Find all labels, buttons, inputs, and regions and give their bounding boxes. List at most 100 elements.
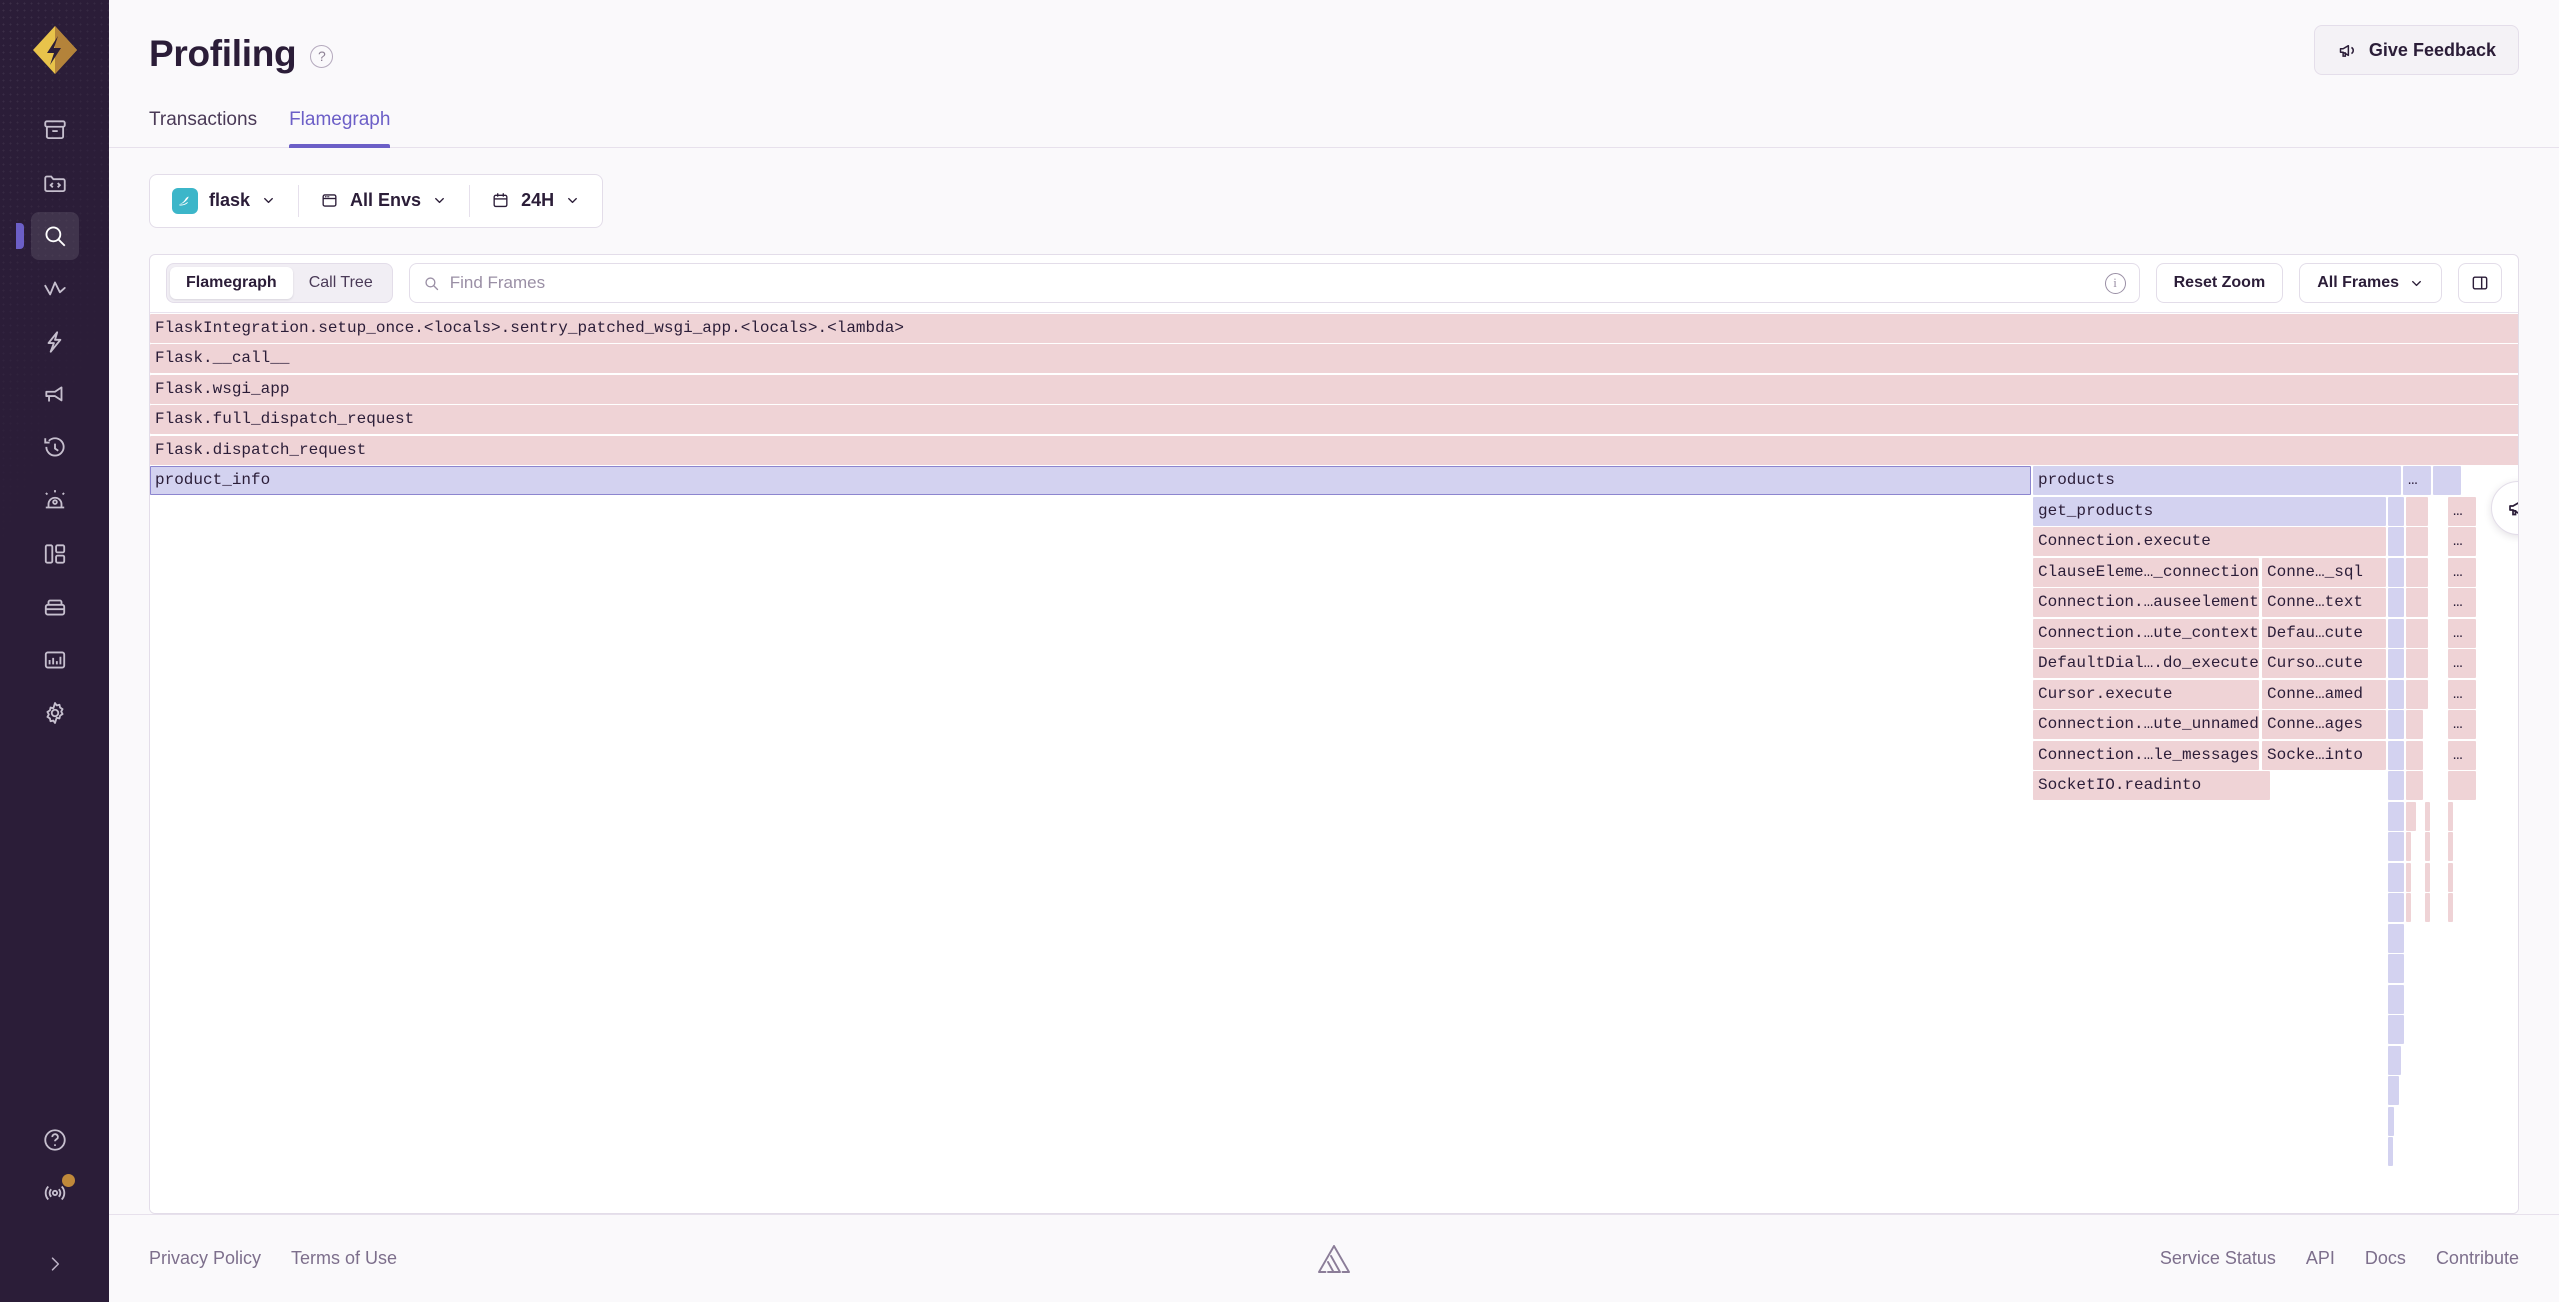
flamegraph-frame[interactable] xyxy=(2448,862,2453,892)
reset-zoom-button[interactable]: Reset Zoom xyxy=(2155,263,2284,304)
flamegraph-frame[interactable] xyxy=(2406,710,2423,740)
flamegraph-frame[interactable] xyxy=(2388,649,2404,679)
flamegraph-frame[interactable]: … xyxy=(2448,527,2476,557)
flamegraph-frame[interactable] xyxy=(2388,771,2404,801)
flamegraph-frame[interactable]: Conne…ages xyxy=(2262,710,2386,740)
flamegraph-frame[interactable]: Flask.full_dispatch_request xyxy=(150,405,2518,435)
give-feedback-button[interactable]: Give Feedback xyxy=(2313,25,2519,75)
flamegraph-canvas[interactable]: FlaskIntegration.setup_once.<locals>.sen… xyxy=(150,312,2518,1213)
flamegraph-frame[interactable] xyxy=(2388,1076,2399,1106)
footer-link-api[interactable]: API xyxy=(2306,1248,2335,1269)
flamegraph-frame[interactable] xyxy=(2448,893,2453,923)
sidebar-item-replays[interactable] xyxy=(31,583,79,631)
flamegraph-frame[interactable]: Defau…cute xyxy=(2262,618,2386,648)
view-mode-call-tree[interactable]: Call Tree xyxy=(293,267,389,299)
flamegraph-frame[interactable] xyxy=(2448,801,2453,831)
flamegraph-frame[interactable]: … xyxy=(2448,496,2476,526)
flamegraph-frame[interactable]: DefaultDial….do_execute xyxy=(2033,649,2259,679)
flamegraph-frame[interactable]: … xyxy=(2448,679,2476,709)
sidebar-item-discover[interactable] xyxy=(15,212,79,260)
flamegraph-frame[interactable]: product_info xyxy=(150,466,2031,496)
sidebar-item-crons[interactable] xyxy=(31,424,79,472)
sidebar-item-settings[interactable] xyxy=(31,689,79,737)
flamegraph-frame[interactable]: Connection.…ute_context xyxy=(2033,618,2259,648)
flamegraph-frame[interactable] xyxy=(2388,710,2404,740)
flamegraph-frame[interactable]: … xyxy=(2448,740,2476,770)
flamegraph-frame[interactable] xyxy=(2406,862,2411,892)
flamegraph-frame[interactable] xyxy=(2406,740,2423,770)
flamegraph-frame[interactable] xyxy=(2425,832,2430,862)
flamegraph-frame[interactable] xyxy=(2406,832,2411,862)
flamegraph-frame[interactable] xyxy=(2388,1045,2401,1075)
flamegraph-frame[interactable] xyxy=(2388,1137,2393,1167)
sidebar-item-performance[interactable] xyxy=(31,318,79,366)
broadcast-icon[interactable] xyxy=(31,1169,79,1217)
flamegraph-frame[interactable]: FlaskIntegration.setup_once.<locals>.sen… xyxy=(150,313,2518,343)
flamegraph-frame[interactable] xyxy=(2448,832,2453,862)
flamegraph-frame[interactable] xyxy=(2388,954,2404,984)
search-input[interactable] xyxy=(449,273,2095,294)
footer-link-terms-of-use[interactable]: Terms of Use xyxy=(291,1248,397,1269)
flamegraph-frame[interactable] xyxy=(2406,618,2428,648)
flamegraph-frame[interactable] xyxy=(2433,466,2461,496)
flamegraph-frame[interactable]: Conne…_sql xyxy=(2262,557,2386,587)
flamegraph-frame[interactable] xyxy=(2406,557,2428,587)
flamegraph-frame[interactable] xyxy=(2406,801,2416,831)
tab-transactions[interactable]: Transactions xyxy=(149,109,257,147)
flamegraph-frame[interactable] xyxy=(2388,557,2404,587)
flamegraph-frame[interactable]: … xyxy=(2448,618,2476,648)
view-mode-flamegraph[interactable]: Flamegraph xyxy=(170,267,293,300)
search-info-icon[interactable]: i xyxy=(2104,272,2126,294)
flamegraph-frame[interactable]: Connection.…le_messages xyxy=(2033,740,2259,770)
flamegraph-frame[interactable]: Flask.__call__ xyxy=(150,344,2518,374)
flamegraph-frame[interactable]: Flask.wsgi_app xyxy=(150,374,2518,404)
flamegraph-frame[interactable]: SocketIO.readinto xyxy=(2033,771,2270,801)
project-selector[interactable]: flask xyxy=(150,175,298,227)
sidebar-item-projects[interactable] xyxy=(31,159,79,207)
flamegraph-frame[interactable] xyxy=(2388,740,2404,770)
sidebar-item-stats[interactable] xyxy=(31,636,79,684)
flamegraph-frame[interactable] xyxy=(2388,1106,2394,1136)
flamegraph-frame[interactable]: Connection.execute xyxy=(2033,527,2386,557)
flamegraph-frame[interactable]: Socke…into xyxy=(2262,740,2386,770)
flamegraph-frame[interactable] xyxy=(2406,588,2428,618)
flamegraph-frame[interactable]: get_products xyxy=(2033,496,2386,526)
footer-link-privacy-policy[interactable]: Privacy Policy xyxy=(149,1248,261,1269)
flamegraph-frame[interactable] xyxy=(2388,832,2404,862)
flamegraph-frame[interactable] xyxy=(2406,893,2411,923)
flamegraph-frame[interactable] xyxy=(2425,801,2430,831)
flamegraph-frame[interactable] xyxy=(2388,984,2404,1014)
flamegraph-frame[interactable] xyxy=(2388,893,2404,923)
flamegraph-frame[interactable]: … xyxy=(2448,588,2476,618)
time-period-selector[interactable]: 24H xyxy=(469,175,602,227)
flamegraph-frame[interactable]: … xyxy=(2448,557,2476,587)
flamegraph-frame[interactable]: … xyxy=(2403,466,2431,496)
flamegraph-frame[interactable] xyxy=(2406,679,2428,709)
flamegraph-frame[interactable]: Conne…amed xyxy=(2262,679,2386,709)
toggle-side-panel-button[interactable] xyxy=(2458,263,2502,304)
flamegraph-frame[interactable]: Connection.…auseelement xyxy=(2033,588,2259,618)
sidebar-item-releases[interactable] xyxy=(31,371,79,419)
find-frames-search[interactable]: i xyxy=(408,263,2140,304)
footer-link-docs[interactable]: Docs xyxy=(2365,1248,2406,1269)
flamegraph-frame[interactable] xyxy=(2406,527,2428,557)
flamegraph-frame[interactable]: Flask.dispatch_request xyxy=(150,435,2518,465)
sidebar-item-alerts[interactable] xyxy=(31,477,79,525)
sidebar-expand-button[interactable] xyxy=(31,1240,79,1288)
flamegraph-frame[interactable]: … xyxy=(2448,649,2476,679)
floating-feedback-button[interactable] xyxy=(2491,480,2518,535)
flamegraph-frame[interactable] xyxy=(2388,527,2404,557)
flamegraph-frame[interactable] xyxy=(2388,679,2404,709)
flamegraph-frame[interactable]: Conne…text xyxy=(2262,588,2386,618)
flamegraph-frame[interactable] xyxy=(2388,923,2404,953)
sidebar-item-issues[interactable] xyxy=(31,106,79,154)
help-icon[interactable] xyxy=(31,1116,79,1164)
flamegraph-frame[interactable]: Cursor.execute xyxy=(2033,679,2259,709)
flamegraph-frame[interactable] xyxy=(2425,862,2430,892)
sentry-logo[interactable] xyxy=(27,22,83,78)
environment-selector[interactable]: All Envs xyxy=(298,175,469,227)
flamegraph-frame[interactable] xyxy=(2388,1015,2404,1045)
flamegraph-frame[interactable]: ClauseEleme…_connection xyxy=(2033,557,2259,587)
flamegraph-frame[interactable] xyxy=(2406,649,2428,679)
flamegraph-frame[interactable] xyxy=(2388,618,2404,648)
